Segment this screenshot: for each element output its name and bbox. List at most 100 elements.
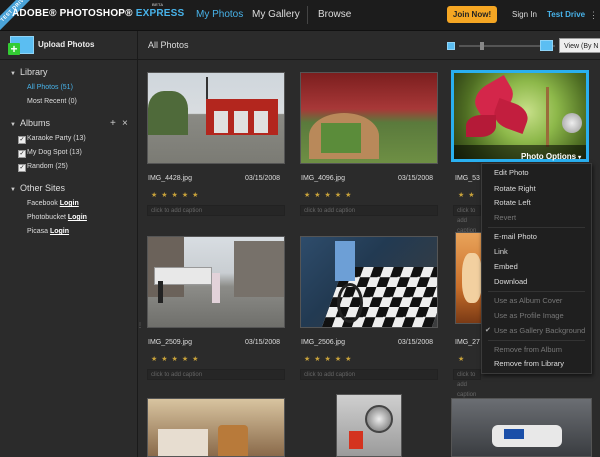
collapse-triangle-icon: ▼ xyxy=(10,122,16,128)
test-drive-link[interactable]: Test Drive xyxy=(547,10,585,19)
album-checkbox[interactable]: ✓ xyxy=(18,136,26,144)
small-thumbnails-icon[interactable] xyxy=(447,42,455,50)
site-facebook: Facebook Login xyxy=(27,200,79,207)
nav-browse[interactable]: Browse xyxy=(318,9,351,20)
more-menu-icon[interactable]: ⋮ xyxy=(589,10,598,21)
collapse-triangle-icon: ▼ xyxy=(10,71,16,77)
caption-field[interactable]: click to add caption xyxy=(147,205,285,216)
albums-section-header[interactable]: ▼ Albums xyxy=(10,118,50,128)
photo-options-label: Photo Options xyxy=(521,152,577,161)
menu-item-rotate-left[interactable]: Rotate Left xyxy=(494,198,531,207)
photo-date: 03/15/2008 xyxy=(245,339,281,346)
caption-field[interactable]: click to add caption xyxy=(300,369,438,380)
sidebar: + Upload Photos ▼ Library All Photos (51)… xyxy=(0,31,138,457)
album-checkbox[interactable]: ✓ xyxy=(18,150,26,158)
view-select[interactable]: View (By N xyxy=(559,38,600,53)
other-sites-title: Other Sites xyxy=(20,183,66,193)
main-header: All Photos View (By N xyxy=(138,31,600,60)
photo-options-button[interactable]: Photo Options ▾ xyxy=(521,152,581,161)
add-album-icon[interactable]: + xyxy=(110,118,116,129)
photo-filename: IMG_53 xyxy=(455,175,480,182)
rating-stars[interactable]: ★★★★★ xyxy=(304,191,355,199)
site-picasa: Picasa Login xyxy=(27,228,69,235)
menu-item-edit-photo[interactable]: Edit Photo xyxy=(494,168,529,177)
menu-item-download[interactable]: Download xyxy=(494,277,527,286)
add-icon: + xyxy=(8,43,20,55)
album-checkbox[interactable]: ✓ xyxy=(18,164,26,172)
album-random[interactable]: Random (25) xyxy=(27,163,68,170)
photo-filename: IMG_2509.jpg xyxy=(148,339,192,346)
menu-item-link[interactable]: Link xyxy=(494,247,508,256)
site-photobucket: Photobucket Login xyxy=(27,214,87,221)
sidebar-item-most-recent[interactable]: Most Recent (0) xyxy=(27,98,77,105)
photo-options-menu: Edit Photo Rotate Right Rotate Left Reve… xyxy=(481,163,592,374)
upload-photos-button[interactable]: + Upload Photos xyxy=(0,31,137,60)
site-name: Picasa xyxy=(27,228,49,235)
photo-thumbnail[interactable] xyxy=(147,398,285,457)
menu-item-use-as-profile-image: Use as Profile Image xyxy=(494,311,564,320)
site-name: Facebook xyxy=(27,200,58,207)
menu-divider xyxy=(488,227,585,228)
rating-stars[interactable]: ★★★★★ xyxy=(151,355,202,363)
sidebar-resize-handle[interactable]: ⋮ xyxy=(137,322,143,330)
photo-thumbnail[interactable] xyxy=(147,72,285,164)
collapse-triangle-icon: ▼ xyxy=(10,187,16,193)
menu-item-email-photo[interactable]: E-mail Photo xyxy=(494,232,537,241)
upload-label: Upload Photos xyxy=(38,40,95,49)
sidebar-item-all-photos[interactable]: All Photos (51) xyxy=(27,84,73,91)
photo-thumbnail-selected[interactable] xyxy=(451,70,589,162)
app-logo[interactable]: ADOBE® PHOTOSHOP® EXPRESS BETA xyxy=(12,2,185,19)
brand-text: ADOBE® PHOTOSHOP® xyxy=(12,8,133,19)
remove-album-icon[interactable]: × xyxy=(122,118,128,129)
menu-item-revert: Revert xyxy=(494,213,517,222)
photo-thumbnail[interactable] xyxy=(300,72,438,164)
library-title: Library xyxy=(20,67,48,77)
site-name: Photobucket xyxy=(27,214,66,221)
photo-date: 03/15/2008 xyxy=(245,175,281,182)
sign-in-link[interactable]: Sign In xyxy=(512,10,537,19)
caption-field[interactable]: click to add caption xyxy=(453,205,481,234)
photo-date: 03/15/2008 xyxy=(398,339,434,346)
join-now-button[interactable]: Join Now! xyxy=(447,6,497,23)
zoom-slider-handle[interactable] xyxy=(480,42,484,50)
menu-item-remove-from-library[interactable]: Remove from Library xyxy=(494,359,564,368)
menu-item-use-as-gallery-background: Use as Gallery Background xyxy=(494,326,586,335)
library-section-header[interactable]: ▼ Library xyxy=(10,67,48,77)
large-thumbnails-icon[interactable] xyxy=(540,40,553,51)
rating-stars[interactable]: ★★ xyxy=(458,191,479,199)
photo-filename: IMG_27 xyxy=(455,339,480,346)
menu-item-use-as-album-cover: Use as Album Cover xyxy=(494,296,563,305)
photo-filename: IMG_2506.jpg xyxy=(301,339,345,346)
nav-my-photos[interactable]: My Photos xyxy=(196,9,243,20)
picasa-login-link[interactable]: Login xyxy=(50,228,69,235)
nav-divider xyxy=(307,6,308,24)
top-bar: TEST DRIVE ADOBE® PHOTOSHOP® EXPRESS BET… xyxy=(0,0,600,33)
rating-stars[interactable]: ★ xyxy=(458,355,468,363)
photobucket-login-link[interactable]: Login xyxy=(68,214,87,221)
menu-divider xyxy=(488,340,585,341)
photo-thumbnail[interactable] xyxy=(336,394,402,457)
photo-thumbnail[interactable] xyxy=(451,398,592,457)
other-sites-section-header[interactable]: ▼ Other Sites xyxy=(10,183,65,193)
album-my-dog-spot[interactable]: My Dog Spot (13) xyxy=(27,149,82,156)
photo-thumbnail[interactable] xyxy=(147,236,285,328)
page-title: All Photos xyxy=(148,40,189,50)
caption-field[interactable]: click to add caption xyxy=(147,369,285,380)
menu-item-embed[interactable]: Embed xyxy=(494,262,518,271)
facebook-login-link[interactable]: Login xyxy=(60,200,79,207)
chevron-down-icon: ▾ xyxy=(578,155,582,161)
albums-title: Albums xyxy=(20,118,51,128)
nav-my-gallery[interactable]: My Gallery xyxy=(252,9,300,20)
photo-filename: IMG_4428.jpg xyxy=(148,175,192,182)
beta-label: BETA xyxy=(152,2,164,7)
rating-stars[interactable]: ★★★★★ xyxy=(304,355,355,363)
caption-field[interactable]: click to add caption xyxy=(453,369,481,398)
photo-thumbnail[interactable] xyxy=(300,236,438,328)
photo-filename: IMG_4096.jpg xyxy=(301,175,345,182)
menu-item-remove-from-album: Remove from Album xyxy=(494,345,562,354)
rating-stars[interactable]: ★★★★★ xyxy=(151,191,202,199)
caption-field[interactable]: click to add caption xyxy=(300,205,438,216)
album-karaoke-party[interactable]: Karaoke Party (13) xyxy=(27,135,86,142)
menu-item-rotate-right[interactable]: Rotate Right xyxy=(494,184,536,193)
brand-express: EXPRESS xyxy=(135,8,185,19)
